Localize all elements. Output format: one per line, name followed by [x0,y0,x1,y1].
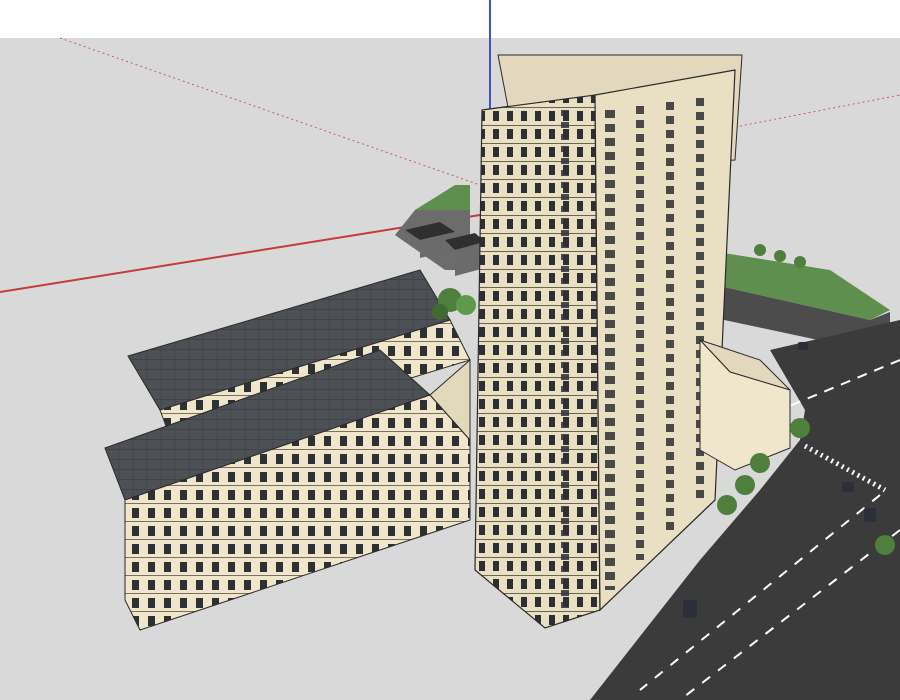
sketchup-window [0,0,900,700]
car-1 [842,482,854,492]
car-2 [864,508,876,522]
model-scene[interactable] [0,0,900,700]
car-4 [798,342,808,350]
car-3 [683,600,697,618]
